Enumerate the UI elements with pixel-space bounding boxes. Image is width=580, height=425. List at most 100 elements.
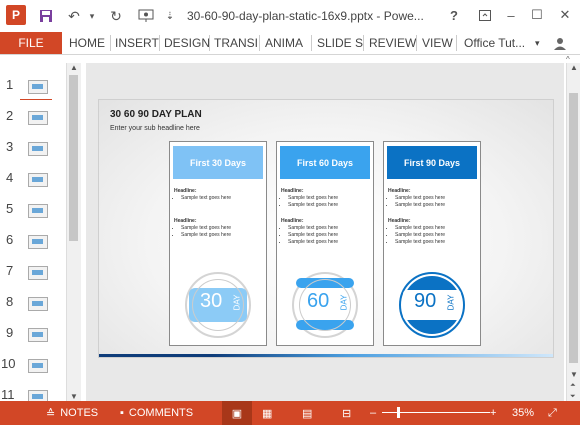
badge-day-label: DAY <box>232 294 242 311</box>
card-text-block: Headline: Sample text goes here Sample t… <box>388 218 445 246</box>
minimize-button[interactable]: – <box>500 4 522 26</box>
save-icon[interactable] <box>36 6 56 26</box>
tab-file[interactable]: FILE <box>0 32 62 54</box>
window-title: 30-60-90-day-plan-static-16x9.pptx - Pow… <box>187 9 424 23</box>
scrollbar-thumb[interactable] <box>569 93 578 363</box>
bullet-item: Sample text goes here <box>181 225 231 232</box>
card-headline: Headline: <box>174 218 197 224</box>
card-header: First 30 Days <box>173 146 263 179</box>
scroll-down-icon[interactable]: ▼ <box>70 392 78 401</box>
slide-thumbnail[interactable]: 3 <box>0 133 66 161</box>
zoom-out-button[interactable]: – <box>370 401 376 425</box>
scrollbar-thumb[interactable] <box>69 75 78 241</box>
slide-thumbnail[interactable]: 5 <box>0 195 66 223</box>
thumbnail-preview <box>28 111 48 125</box>
tab-design[interactable]: DESIGN <box>159 32 215 54</box>
card-headline: Headline: <box>388 218 411 224</box>
card-header: First 60 Days <box>280 146 370 179</box>
tab-home[interactable]: HOME <box>64 32 110 54</box>
tab-insert[interactable]: INSERT <box>110 32 164 54</box>
plan-card-90[interactable]: First 90 Days Headline: Sample text goes… <box>383 141 481 346</box>
normal-view-button[interactable]: ▣ <box>222 401 252 425</box>
slide-thumbnail[interactable]: 11 <box>0 381 66 401</box>
slide-number: 3 <box>6 139 14 154</box>
bullet-item: Sample text goes here <box>288 195 338 202</box>
slide-subtitle[interactable]: Enter your sub headline here <box>110 125 200 132</box>
plan-card-60[interactable]: First 60 Days Headline: Sample text goes… <box>276 141 374 346</box>
notes-button[interactable]: ≙ NOTES <box>46 401 98 425</box>
slide-thumbnail[interactable]: 10 <box>0 350 66 378</box>
bullet-item: Sample text goes here <box>288 225 338 232</box>
close-button[interactable]: ✕ <box>554 4 576 26</box>
account-name[interactable]: Office Tut... <box>459 32 530 54</box>
slide-thumbnail[interactable]: 7 <box>0 257 66 285</box>
fit-slide-icon[interactable]: ⤢ <box>548 401 557 425</box>
present-icon[interactable] <box>136 6 156 26</box>
thumbnail-preview <box>28 328 48 342</box>
thumbnail-scrollbar[interactable]: ▲ ▼ <box>66 63 81 401</box>
slide-scrollbar[interactable]: ▲ ▼ ⏶ ⏷ <box>566 63 580 401</box>
account-dropdown-icon[interactable]: ▾ <box>530 32 545 54</box>
slide-thumbnail[interactable]: 8 <box>0 288 66 316</box>
bullet-item: Sample text goes here <box>288 239 338 246</box>
scroll-up-icon[interactable]: ▲ <box>70 63 78 72</box>
help-button[interactable]: ? <box>443 4 465 26</box>
zoom-in-button[interactable]: + <box>490 401 496 425</box>
slide-thumbnail[interactable]: 4 <box>0 164 66 192</box>
notes-icon: ≙ <box>46 407 56 420</box>
slide-show-button[interactable]: ⊟ <box>342 401 351 425</box>
customize-toolbar-icon[interactable]: ⇣ <box>160 6 180 26</box>
plan-card-30[interactable]: First 30 Days Headline: Sample text goes… <box>169 141 267 346</box>
undo-icon[interactable]: ↶ <box>64 6 84 26</box>
tab-view[interactable]: VIEW <box>417 32 458 54</box>
tab-slide-show[interactable]: SLIDE S <box>312 32 368 54</box>
slide-sorter-button[interactable]: ▦ <box>262 401 272 425</box>
badge-day-label: DAY <box>446 294 456 311</box>
card-headline: Headline: <box>174 188 197 194</box>
card-headline: Headline: <box>281 218 304 224</box>
zoom-level[interactable]: 35% <box>512 401 534 425</box>
day-badge: 30 DAY <box>185 272 251 338</box>
slide-thumbnail[interactable]: 9 <box>0 319 66 347</box>
user-avatar-icon[interactable] <box>548 32 572 54</box>
comments-icon: ▪ <box>120 407 124 419</box>
redo-icon[interactable]: ↻ <box>106 6 126 26</box>
powerpoint-logo-icon: P <box>6 5 26 25</box>
bullet-item: Sample text goes here <box>395 232 445 239</box>
slide-show-icon: ⊟ <box>342 407 352 420</box>
ribbon-display-options-icon[interactable] <box>474 4 496 26</box>
bullet-item: Sample text goes here <box>181 232 231 239</box>
slide-thumbnail[interactable]: 1 <box>0 71 66 100</box>
badge-day-label: DAY <box>339 294 349 311</box>
card-text-block: Headline: Sample text goes here Sample t… <box>388 188 445 209</box>
thumbnail-preview <box>28 359 48 373</box>
thumbnail-preview <box>28 390 48 401</box>
tab-animations[interactable]: ANIMA <box>260 32 308 54</box>
zoom-slider-thumb[interactable] <box>397 407 400 418</box>
undo-dropdown-icon[interactable]: ▾ <box>82 6 102 26</box>
previous-slide-icon[interactable]: ⏶ <box>570 382 576 390</box>
slide-thumbnail[interactable]: 6 <box>0 226 66 254</box>
scroll-down-icon[interactable]: ▼ <box>570 370 578 379</box>
tab-transitions[interactable]: TRANSI <box>209 32 263 54</box>
scroll-up-icon[interactable]: ▲ <box>570 63 578 72</box>
insertion-marker <box>20 99 52 100</box>
slide-thumbnail-pane: 1 2 3 4 5 6 7 8 9 10 11 <box>0 63 68 401</box>
bullet-item: Sample text goes here <box>288 232 338 239</box>
title-bar: P ↶ ▾ ↻ ⇣ 30-60-90-day-plan-static-16x9.… <box>0 0 580 32</box>
restore-button[interactable]: ☐ <box>526 4 548 26</box>
slide-title[interactable]: 30 60 90 DAY PLAN <box>110 109 202 120</box>
reading-view-button[interactable]: ▤ <box>302 401 312 425</box>
slide[interactable]: 30 60 90 DAY PLAN Enter your sub headlin… <box>98 99 554 358</box>
day-badge: 90 DAY <box>399 272 465 338</box>
thumbnail-preview <box>28 235 48 249</box>
thumbnail-preview <box>28 173 48 187</box>
slide-number: 9 <box>6 325 14 340</box>
badge-number: 30 <box>200 290 223 312</box>
comments-button[interactable]: ▪ COMMENTS <box>120 401 193 425</box>
comments-label: COMMENTS <box>128 407 194 419</box>
next-slide-icon[interactable]: ⏷ <box>570 393 576 401</box>
tab-review[interactable]: REVIEW <box>364 32 421 54</box>
slide-number: 5 <box>6 201 14 216</box>
slide-thumbnail[interactable]: 2 <box>0 102 66 130</box>
